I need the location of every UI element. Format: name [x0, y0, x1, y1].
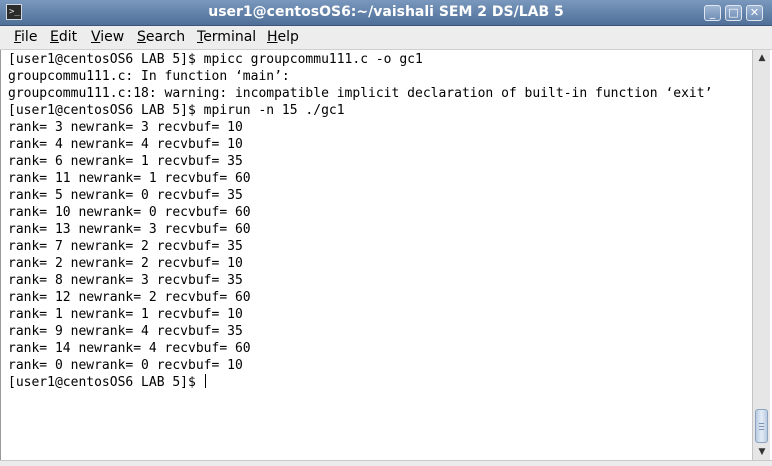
window-titlebar[interactable]: >_ user1@centosOS6:~/vaishali SEM 2 DS/L…: [0, 0, 772, 26]
menu-edit-mnemonic: E: [50, 29, 59, 45]
terminal-line: [user1@centosOS6 LAB 5]$ mpicc groupcomm…: [8, 52, 423, 67]
menubar: File Edit View Search Terminal Help: [0, 26, 772, 50]
terminal-area[interactable]: [user1@centosOS6 LAB 5]$ mpicc groupcomm…: [0, 50, 752, 460]
terminal-line: rank= 14 newrank= 4 recvbuf= 60: [8, 341, 251, 356]
terminal-line: [user1@centosOS6 LAB 5]$ mpirun -n 15 ./…: [8, 103, 345, 118]
terminal-line: rank= 12 newrank= 2 recvbuf= 60: [8, 290, 251, 305]
close-button[interactable]: ✕: [746, 5, 763, 21]
terminal-line: rank= 3 newrank= 3 recvbuf= 10: [8, 120, 243, 135]
terminal-line: rank= 9 newrank= 4 recvbuf= 35: [8, 324, 243, 339]
window-title: user1@centosOS6:~/vaishali SEM 2 DS/LAB …: [208, 4, 564, 20]
terminal-line: rank= 13 newrank= 3 recvbuf= 60: [8, 222, 251, 237]
menu-file-label: ile: [21, 29, 38, 45]
menu-view-label: iew: [100, 29, 125, 45]
terminal-line: rank= 4 newrank= 4 recvbuf= 10: [8, 137, 243, 152]
menu-view-mnemonic: V: [91, 29, 101, 45]
menu-file-mnemonic: F: [14, 29, 22, 45]
menu-view[interactable]: View: [91, 29, 124, 45]
minimize-button[interactable]: _: [704, 5, 721, 21]
terminal-line: rank= 6 newrank= 1 recvbuf= 35: [8, 154, 243, 169]
terminal-output: [user1@centosOS6 LAB 5]$ mpicc groupcomm…: [8, 51, 712, 391]
terminal-line: rank= 1 newrank= 1 recvbuf= 10: [8, 307, 243, 322]
menu-terminal[interactable]: Terminal: [197, 29, 256, 45]
terminal-line: rank= 8 newrank= 3 recvbuf= 35: [8, 273, 243, 288]
terminal-line: rank= 11 newrank= 1 recvbuf= 60: [8, 171, 251, 186]
menu-search-label: earch: [145, 29, 186, 45]
menu-help-label: elp: [277, 29, 299, 45]
terminal-line: rank= 2 newrank= 2 recvbuf= 10: [8, 256, 243, 271]
terminal-prompt: [user1@centosOS6 LAB 5]$: [8, 375, 204, 390]
scrollbar-thumb[interactable]: [755, 409, 768, 443]
scroll-up-arrow-icon[interactable]: ▲: [754, 51, 770, 65]
terminal-prompt-line[interactable]: [user1@centosOS6 LAB 5]$: [8, 374, 712, 391]
menu-help-mnemonic: H: [267, 29, 278, 45]
window-bottom-edge: [0, 460, 772, 466]
menu-file[interactable]: File: [14, 29, 37, 45]
terminal-line: rank= 7 newrank= 2 recvbuf= 35: [8, 239, 243, 254]
menu-edit[interactable]: Edit: [50, 29, 77, 45]
terminal-line: groupcommu111.c:18: warning: incompatibl…: [8, 86, 713, 101]
terminal-line: groupcommu111.c: In function ‘main’:: [8, 69, 290, 84]
menu-search[interactable]: Search: [137, 29, 185, 45]
menu-search-mnemonic: S: [137, 29, 146, 45]
menu-terminal-label: erminal: [203, 29, 257, 45]
menu-help[interactable]: Help: [267, 29, 299, 45]
menu-edit-label: dit: [58, 29, 78, 45]
scroll-down-arrow-icon[interactable]: ▼: [754, 445, 770, 459]
terminal-line: rank= 0 newrank= 0 recvbuf= 10: [8, 358, 243, 373]
terminal-line: rank= 5 newrank= 0 recvbuf= 35: [8, 188, 243, 203]
text-cursor: [204, 374, 206, 388]
vertical-scrollbar[interactable]: ▲ ▼: [752, 50, 770, 460]
terminal-line: rank= 10 newrank= 0 recvbuf= 60: [8, 205, 251, 220]
maximize-button[interactable]: □: [725, 5, 742, 21]
